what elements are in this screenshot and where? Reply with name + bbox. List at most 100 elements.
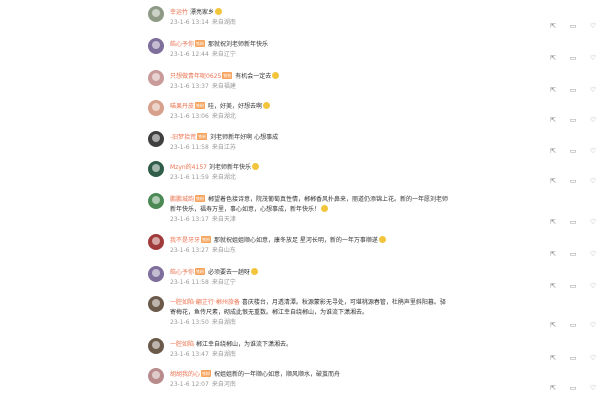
avatar[interactable] — [148, 6, 164, 22]
share-icon[interactable]: ⇱ — [548, 353, 558, 363]
username[interactable]: 皓心予你 — [170, 269, 194, 276]
avatar[interactable] — [148, 131, 164, 147]
avatar[interactable] — [148, 193, 164, 209]
username[interactable]: 只想做青年呢0625 — [170, 73, 221, 80]
like-icon[interactable]: ♡ — [588, 115, 598, 125]
emoji-icon — [251, 163, 259, 170]
like-icon[interactable]: ♡ — [588, 176, 598, 186]
timestamp: 23-1-6 11:59 — [170, 174, 209, 181]
location: 来自辽宁 — [211, 279, 236, 286]
avatar[interactable] — [148, 234, 164, 250]
comment-icon[interactable]: ▭ — [568, 115, 578, 125]
comment-actions: ⇱ ▭ ♡ — [548, 85, 600, 95]
location: 来自湖北 — [211, 113, 236, 120]
fan-badge: 铁粉 — [197, 133, 208, 140]
username[interactable]: -旧梦拾荒 — [170, 134, 196, 141]
avatar[interactable] — [148, 70, 164, 86]
username[interactable]: 我不是牙牙 — [170, 237, 200, 244]
avatar[interactable] — [148, 100, 164, 116]
comment-icon[interactable]: ▭ — [568, 383, 578, 393]
username[interactable]: 一腔如陷 — [170, 341, 194, 348]
comment-text: 郴望着色接诗意，院茂葡萄真性情，郴郴香风扑鼻来，丽道仍添锦上花。新的一年愿刘老师… — [170, 196, 449, 213]
comment-actions: ⇱ ▭ ♡ — [548, 176, 600, 186]
location: 来自河南 — [211, 381, 236, 388]
comment-feed: 幸运竹 漂亮家乡 23-1-6 13:14 来自湖南 ⇱ ▭ ♡ 皓心予你 铁粉 那就祝刘老… — [0, 0, 600, 400]
share-icon[interactable]: ⇱ — [548, 53, 558, 63]
like-icon[interactable]: ♡ — [588, 146, 598, 156]
comment-icon[interactable]: ▭ — [568, 320, 578, 330]
share-icon[interactable]: ⇱ — [548, 21, 558, 31]
like-icon[interactable]: ♡ — [588, 281, 598, 291]
comment-text: 那就祝刘老师新年快乐 — [208, 41, 269, 48]
comment-item: 鹏鹏城韵 铁粉 郴望着色接诗意，院茂葡萄真性情，郴郴香风扑鼻来，丽道仍添锦上花。新的… — [148, 193, 596, 237]
share-icon[interactable]: ⇱ — [548, 320, 558, 330]
comment-text: 那就祝姐姐顺心如意，康冬放足 星河长明，新的一年万事顺遂 — [214, 237, 378, 244]
like-icon[interactable]: ♡ — [588, 249, 598, 259]
share-icon[interactable]: ⇱ — [548, 281, 558, 291]
avatar[interactable] — [148, 38, 164, 54]
like-icon[interactable]: ♡ — [588, 85, 598, 95]
comment-icon[interactable]: ▭ — [568, 217, 578, 227]
location: 来自湖南 — [211, 19, 236, 26]
avatar[interactable] — [148, 161, 164, 177]
comment-icon[interactable]: ▭ — [568, 353, 578, 363]
username[interactable]: 皓心予你 — [170, 41, 194, 48]
comment-actions: ⇱ ▭ ♡ — [548, 146, 600, 156]
comment-icon[interactable]: ▭ — [568, 176, 578, 186]
like-icon[interactable]: ♡ — [588, 53, 598, 63]
like-icon[interactable]: ♡ — [588, 21, 598, 31]
share-icon[interactable]: ⇱ — [548, 85, 558, 95]
share-icon[interactable]: ⇱ — [548, 146, 558, 156]
comment-icon[interactable]: ▭ — [568, 53, 578, 63]
timestamp: 23-1-6 13:27 — [170, 247, 209, 254]
share-icon[interactable]: ⇱ — [548, 217, 558, 227]
avatar[interactable] — [148, 296, 164, 312]
username[interactable]: 喵果丹皮 — [170, 103, 194, 110]
comment-text: 祝姐姐新的一年顺心如意，顺风顺水，破茧而舟 — [214, 371, 341, 378]
share-icon[interactable]: ⇱ — [548, 249, 558, 259]
fan-badge: 铁粉 — [201, 236, 212, 243]
timestamp: 23-1-6 13:06 — [170, 113, 209, 120]
comment-actions: ⇱ ▭ ♡ — [548, 115, 600, 125]
share-icon[interactable]: ⇱ — [548, 115, 558, 125]
username[interactable]: Mzyn的4157 — [170, 164, 207, 171]
comment-actions: ⇱ ▭ ♡ — [548, 383, 600, 393]
like-icon[interactable]: ♡ — [588, 353, 598, 363]
comment-actions: ⇱ ▭ ♡ — [548, 21, 600, 31]
username[interactable]: 一腔如陷·翩芷行·郴州旅备 — [170, 299, 240, 306]
timestamp: 23-1-6 12:44 — [170, 51, 209, 58]
location: 来自湖南 — [211, 319, 236, 326]
timestamp: 23-1-6 11:58 — [170, 279, 209, 286]
comment-icon[interactable]: ▭ — [568, 281, 578, 291]
timestamp: 23-1-6 11:58 — [170, 144, 209, 151]
avatar[interactable] — [148, 338, 164, 354]
avatar[interactable] — [148, 266, 164, 282]
timestamp: 23-1-6 13:14 — [170, 19, 209, 26]
username[interactable]: 鹏鹏城韵 — [170, 196, 194, 203]
comment-icon[interactable]: ▭ — [568, 249, 578, 259]
location: 来自湖南 — [211, 351, 236, 358]
comment-text: 郴江幸自绕郴山，为谁流下潇湘去。 — [196, 341, 293, 348]
username[interactable]: 幸运竹 — [170, 9, 188, 16]
like-icon[interactable]: ♡ — [588, 320, 598, 330]
timestamp: 23-1-6 13:50 — [170, 319, 209, 326]
avatar[interactable] — [148, 368, 164, 384]
share-icon[interactable]: ⇱ — [548, 176, 558, 186]
comment-icon[interactable]: ▭ — [568, 85, 578, 95]
location: 来自天津 — [211, 216, 236, 223]
comment-text: 有机会一定去 — [235, 73, 272, 80]
comment-text: 必须要去一趟呀 — [208, 269, 251, 276]
like-icon[interactable]: ♡ — [588, 383, 598, 393]
comment-text: 刘老师新年好啊 心想事成 — [210, 134, 279, 141]
like-icon[interactable]: ♡ — [588, 217, 598, 227]
location: 来自辽宁 — [211, 51, 236, 58]
share-icon[interactable]: ⇱ — [548, 383, 558, 393]
comment-icon[interactable]: ▭ — [568, 21, 578, 31]
comment-text: 哇，好美，好想去啊 — [208, 103, 263, 110]
comment-actions: ⇱ ▭ ♡ — [548, 53, 600, 63]
comment-actions: ⇱ ▭ ♡ — [548, 249, 600, 259]
username[interactable]: 胡胡我的心 — [170, 371, 200, 378]
comment-icon[interactable]: ▭ — [568, 146, 578, 156]
comment-text: 刘老师新年快乐 — [208, 164, 251, 171]
location: 来自山东 — [211, 247, 236, 254]
